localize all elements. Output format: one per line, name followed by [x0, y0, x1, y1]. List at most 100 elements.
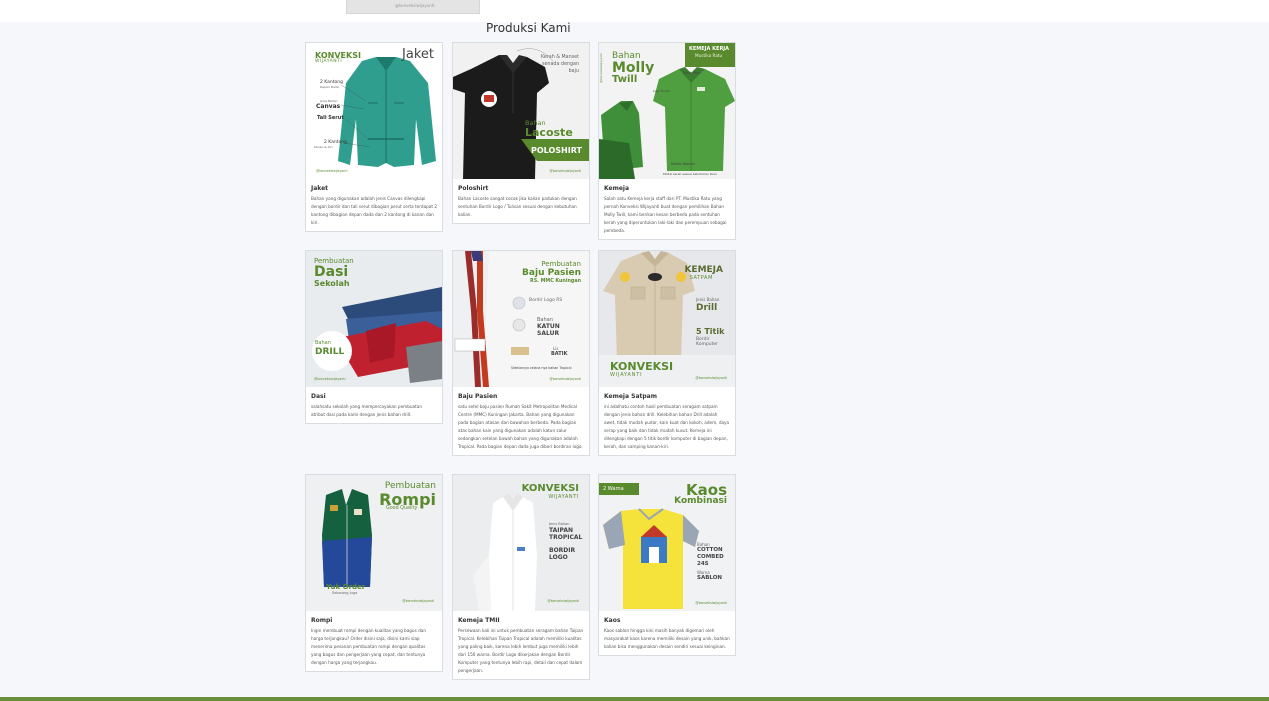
title-satpam: SATPAM	[689, 275, 713, 281]
title-dasi: Dasi	[314, 264, 349, 280]
label-lacoste: Lacoste	[525, 126, 573, 139]
image-title: Jaket	[402, 47, 434, 62]
label-batik: BATIK	[551, 351, 568, 357]
note-celana: Setelannya celana nya bahan Tropical	[511, 366, 572, 370]
label-komputer: Komputer	[696, 342, 718, 347]
product-description: Bahan yang digunakan adalah jenis Canvas…	[311, 196, 437, 225]
product-card-dasi[interactable]: Pembuatan Dasi Sekolah Bahan DRILL @konv…	[305, 250, 443, 424]
product-name: Dasi	[311, 393, 326, 400]
label-kantong-dada-sub: Depan Dada	[320, 85, 339, 89]
brand-sub: WIJAYANTI	[315, 59, 343, 64]
product-name: Poloshirt	[458, 185, 489, 192]
product-name: Rompi	[311, 617, 333, 624]
image-handle: @konveksiwijayanti	[547, 599, 579, 603]
product-card-jaket[interactable]: KONVEKSI WIJAYANTI Jaket 2 Kantong Depan…	[305, 42, 443, 232]
label-24s: 24S	[697, 561, 709, 567]
label-cotton: COTTON	[697, 547, 723, 553]
note-senada: senada dengan	[541, 62, 579, 67]
product-image-kaos[interactable]: 2 Warna Kaos Kombinasi Bahan COTTON COMB…	[599, 475, 735, 611]
product-image-rompi[interactable]: Pembuatan Rompi Good Quality Yuk Order S…	[306, 475, 442, 611]
label-katun: KATUN	[537, 323, 560, 330]
product-image-kemeja[interactable]: @konveksiwijayanti Bahan Molly Twill KEM…	[599, 43, 735, 179]
label-jenis-bahan: Jenis Bahan	[549, 522, 570, 526]
product-card-poloshirt[interactable]: Kerah & Manset senada dengan baju Bahan …	[452, 42, 590, 224]
product-description: satu setel baju pasien Rumah Sakit Metro…	[458, 404, 583, 449]
previous-image-thumbnail[interactable]: @konveksiwijayanti	[346, 0, 480, 14]
product-name: Kaos	[604, 617, 621, 624]
label-salur: SALUR	[537, 330, 560, 337]
note-model-wanita: Model Wanita	[671, 162, 695, 166]
title-rs: RS. MMC Kuningan	[530, 279, 581, 284]
product-description: Ingin membuat rompi dengan kualitas yang…	[311, 628, 426, 665]
label-logo: LOGO	[549, 554, 568, 561]
badge-kemeja-kerja: KEMEJA KERJA	[689, 46, 730, 52]
product-description: Salah satu Kemeja kerja staff dari PT. M…	[604, 196, 727, 233]
product-description: Bahan Lacoste sangat cocok jika kalian p…	[458, 196, 577, 217]
label-jenis-bahan: Jenis Bahan	[696, 297, 720, 302]
brand-sub: WIJAYANTI	[610, 372, 643, 378]
label-combed: COMBED	[697, 554, 724, 560]
product-image-baju-pasien[interactable]: Pembuatan Baju Pasien RS. MMC Kuningan B…	[453, 251, 589, 387]
title-pembuatan: Pembuatan	[541, 260, 581, 268]
badge-mustika-ratu: Mustika Ratu	[695, 53, 723, 58]
label-taipan: TAIPAN	[549, 527, 574, 534]
product-description: Kaos sablon hingga kini masih banyak dig…	[604, 628, 730, 649]
product-card-kemeja-tmii[interactable]: KONVEKSI WIJAYANTI Jenis Bahan TAIPAN TR…	[452, 474, 590, 680]
product-card-kemeja[interactable]: @konveksiwijayanti Bahan Molly Twill KEM…	[598, 42, 736, 240]
product-name: Kemeja	[604, 185, 630, 192]
product-name: Kemeja Satpam	[604, 393, 657, 400]
note-kerah: Kerah & Manset	[540, 55, 579, 60]
label-5-titik: 5 Titik	[696, 327, 725, 336]
product-name: Kemeja TMII	[458, 617, 500, 624]
label-kantong-samping-sub: Kanan & Kiri	[314, 145, 333, 149]
image-handle: @konveksiwijayanti	[316, 169, 348, 173]
footer-accent-line	[0, 697, 1269, 701]
title-baju-pasien: Baju Pasien	[522, 268, 581, 278]
title-sekolah: Sekolah	[314, 279, 350, 288]
note-kerah-polo: Kerah Polo	[683, 71, 700, 75]
product-card-rompi[interactable]: Pembuatan Rompi Good Quality Yuk Order S…	[305, 474, 443, 672]
image-handle: @konveksiwijayanti	[549, 169, 581, 173]
product-card-kemeja-satpam[interactable]: KEMEJA SATPAM Jenis Bahan Drill 5 Titik …	[598, 250, 736, 456]
title-kemeja: KEMEJA	[684, 265, 723, 275]
label-drill: DRILL	[315, 347, 345, 357]
thumbnail-caption: @konveksiwijayanti	[395, 3, 435, 8]
label-drill: Drill	[696, 303, 718, 313]
note-baju: baju	[568, 69, 579, 74]
title-kombinasi: Kombinasi	[674, 496, 727, 506]
label-sablon: SABLON	[697, 575, 722, 581]
banner-poloshirt: POLOSHIRT	[531, 146, 582, 155]
product-card-kaos[interactable]: 2 Warna Kaos Kombinasi Bahan COTTON COMB…	[598, 474, 736, 656]
product-image-poloshirt[interactable]: Kerah & Manset senada dengan baju Bahan …	[453, 43, 589, 179]
image-handle-vertical: @konveksiwijayanti	[599, 53, 603, 83]
label-bahan: Bahan	[315, 340, 331, 346]
product-name: Baju Pasien	[458, 393, 498, 400]
brand-sub: WIJAYANTI	[548, 494, 579, 500]
product-image-kemeja-satpam[interactable]: KEMEJA SATPAM Jenis Bahan Drill 5 Titik …	[599, 251, 735, 387]
product-name: Jaket	[311, 185, 329, 192]
image-handle: @konveksiwijayanti	[549, 377, 581, 381]
label-bordir: BORDIR	[549, 547, 576, 554]
section-title: Produksi Kami	[486, 21, 571, 35]
image-handle: @konveksiwijayanti	[695, 601, 727, 605]
note-model-kerah: Model kerah sesuai kebutuhan klien	[663, 172, 717, 176]
brand-name: KONVEKSI	[521, 483, 579, 494]
label-twill: Twill	[612, 74, 638, 85]
image-handle: @konveksiwijayanti	[402, 599, 434, 603]
product-description: salahsatu sekolah yang mempercayakan pem…	[311, 404, 422, 417]
top-band	[0, 0, 1269, 22]
product-description: Persewaan kali ini untuk pembuatan serag…	[458, 628, 584, 673]
cta-yuk-order: Yuk Order	[326, 583, 366, 591]
product-card-baju-pasien[interactable]: Pembuatan Baju Pasien RS. MMC Kuningan B…	[452, 250, 590, 456]
title-good-quality: Good Quality	[386, 506, 418, 511]
product-image-kemeja-tmii[interactable]: KONVEKSI WIJAYANTI Jenis Bahan TAIPAN TR…	[453, 475, 589, 611]
product-image-dasi[interactable]: Pembuatan Dasi Sekolah Bahan DRILL @konv…	[306, 251, 442, 387]
image-handle: @konveksiwijayanti	[314, 377, 346, 381]
product-description: ini adalhatu contoh hasil pembuatan sera…	[604, 404, 730, 449]
cta-sekarang: Sekarang Juga	[332, 591, 358, 595]
badge-2-warna: 2 Warna	[603, 486, 624, 492]
label-canvas: Canvas	[316, 103, 341, 110]
label-bordir-logo: Bordir Logo RS	[529, 298, 563, 303]
product-image-jaket[interactable]: KONVEKSI WIJAYANTI Jaket 2 Kantong Depan…	[306, 43, 442, 179]
note-logo-bordir: Logo Bordir	[653, 89, 671, 93]
